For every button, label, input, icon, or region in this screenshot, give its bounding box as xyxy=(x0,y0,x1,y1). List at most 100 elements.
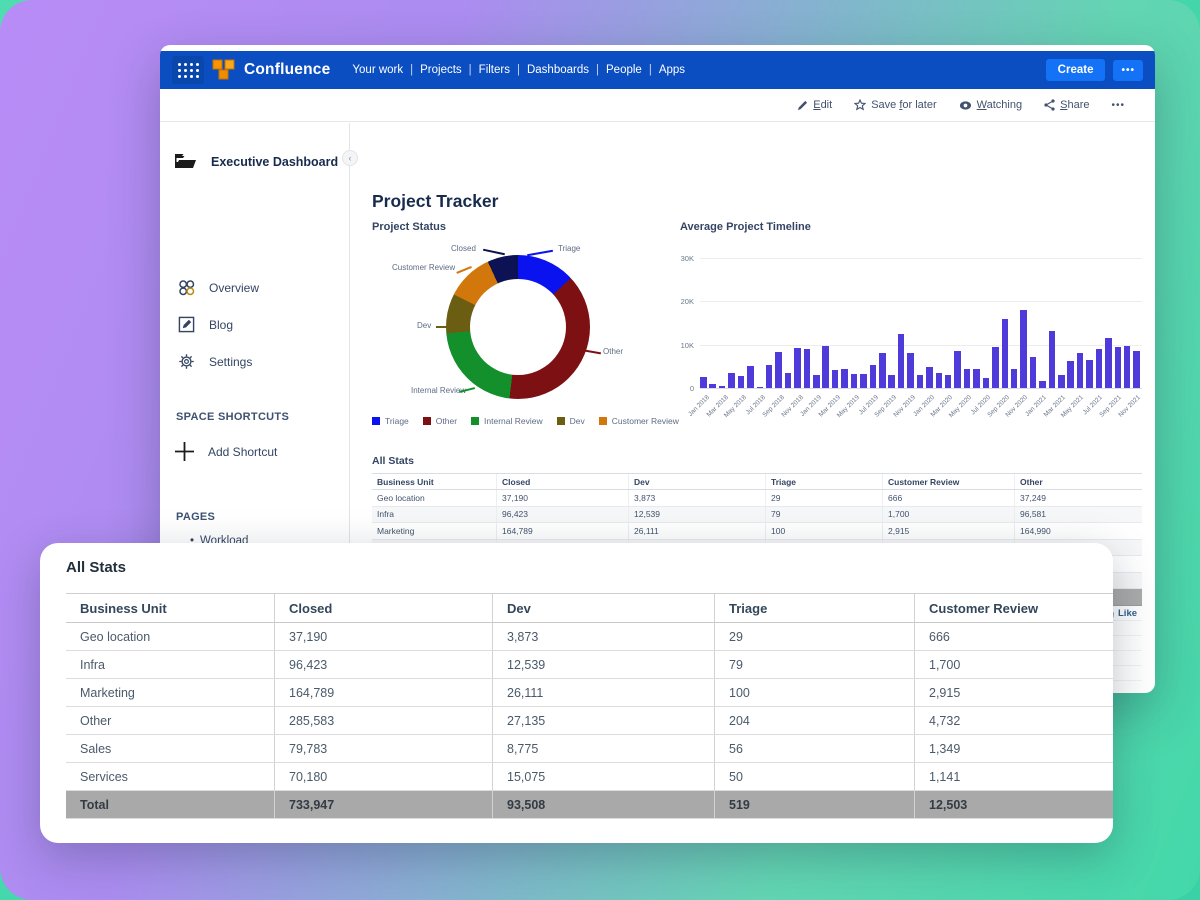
cell: 3,873 xyxy=(492,623,714,650)
table-header-row: Business Unit Closed Dev Triage Customer Rev… xyxy=(66,593,1113,623)
bar-month-24 xyxy=(926,366,933,388)
bar-month-8 xyxy=(775,352,782,388)
cell: 70,180 xyxy=(274,763,492,790)
bar-month-13 xyxy=(822,345,829,388)
bar-month-37 xyxy=(1048,331,1056,388)
topnav-item-projects[interactable]: Projects xyxy=(420,64,462,76)
table-row: Marketing 164,78926,1111002,915164,990 xyxy=(372,523,1142,540)
cell: Infra xyxy=(80,657,106,672)
pages-header: PAGES xyxy=(176,511,216,523)
cell: 79 xyxy=(765,506,882,522)
cell: 2,915 xyxy=(882,523,1014,539)
cell: 666 xyxy=(914,623,1113,650)
bar-month-23 xyxy=(916,375,924,388)
sidebar-item-blog[interactable]: Blog xyxy=(178,316,233,333)
cell: 15,075 xyxy=(492,763,714,790)
topnav-item-filters[interactable]: Filters xyxy=(479,64,510,76)
cell: 12,539 xyxy=(628,506,765,522)
donut-label-customer-review: Customer Review xyxy=(392,263,456,272)
topnav-item-people[interactable]: People xyxy=(606,64,642,76)
leader-line xyxy=(584,349,602,354)
legend-item-triage: Triage xyxy=(372,416,409,426)
app-switcher-button[interactable] xyxy=(172,56,204,84)
cell: 37,190 xyxy=(496,490,628,506)
topnav-item-dashboards[interactable]: Dashboards xyxy=(527,64,589,76)
bar-month-17 xyxy=(860,373,867,388)
create-button[interactable]: Create xyxy=(1045,59,1106,81)
bar-month-42 xyxy=(1095,349,1103,388)
leader-line xyxy=(436,326,450,328)
bar-month-7 xyxy=(765,365,773,388)
cell: 50 xyxy=(714,763,914,790)
nav-more-button[interactable]: ••• xyxy=(1113,59,1143,81)
topnav-item-apps[interactable]: Apps xyxy=(659,64,685,76)
table-row: Other 285,58327,1352044,732 xyxy=(66,707,1113,735)
desktop-stage: Confluence Your work | Projects | Filters | Da… xyxy=(0,0,1200,900)
bar-month-6 xyxy=(756,386,764,388)
gridline xyxy=(700,388,1142,389)
cell: 79,783 xyxy=(274,735,492,762)
cell: 164,990 xyxy=(1014,523,1142,539)
table-row: Geo location 37,1903,8732966637,249 xyxy=(372,490,1142,507)
cell: Services xyxy=(80,769,128,784)
bar-month-43 xyxy=(1105,338,1112,388)
sidebar-space-title[interactable]: Executive Dashboard xyxy=(174,153,338,170)
cell: 100 xyxy=(765,523,882,539)
menu-separator: | xyxy=(468,64,472,76)
donut-label-triage: Triage xyxy=(558,244,581,253)
share-button[interactable]: Share xyxy=(1044,99,1089,111)
cell: 12,503 xyxy=(914,791,1113,818)
y-tick-label: 0 xyxy=(689,384,694,393)
page-title: Project Tracker xyxy=(372,191,499,211)
cell: 27,135 xyxy=(492,707,714,734)
bar-month-32 xyxy=(1001,318,1008,388)
sidebar-item-overview[interactable]: Overview xyxy=(178,279,259,296)
bar-month-15 xyxy=(841,368,848,388)
cell: 1,141 xyxy=(914,763,1113,790)
star-icon xyxy=(854,99,867,111)
cell: Total xyxy=(80,797,109,812)
column-header-business-unit: Business Unit xyxy=(377,476,434,487)
edit-button[interactable]: Edit xyxy=(797,99,832,111)
sidebar-collapse-button[interactable]: ‹ xyxy=(342,150,358,166)
toolbar-more-button[interactable]: ••• xyxy=(1111,100,1125,111)
bar-month-44 xyxy=(1114,346,1122,388)
bar-month-38 xyxy=(1058,375,1065,388)
cell: 100 xyxy=(714,679,914,706)
pencil-icon xyxy=(797,100,808,111)
topnav-item-your-work[interactable]: Your work xyxy=(352,64,403,76)
cell: 96,423 xyxy=(496,506,628,522)
add-shortcut-button[interactable]: Add Shortcut xyxy=(174,441,277,462)
topnav-menu: Your work | Projects | Filters | Dashboards | Pe… xyxy=(352,64,685,76)
cell: Other xyxy=(80,713,112,728)
watching-button[interactable]: Watching xyxy=(959,99,1022,111)
product-name[interactable]: Confluence xyxy=(244,61,330,79)
cell: 204 xyxy=(714,707,914,734)
cell: Infra xyxy=(377,509,395,520)
bar-month-10 xyxy=(794,347,801,388)
save-for-later-button[interactable]: Save for later xyxy=(854,99,937,111)
bar-month-25 xyxy=(935,372,943,388)
all-stats-zoom-card: All Stats Business Unit Closed Dev Triage Cu… xyxy=(40,543,1113,843)
sidebar-item-settings[interactable]: Settings xyxy=(178,353,252,370)
cell: 8,775 xyxy=(492,735,714,762)
cell: 164,789 xyxy=(496,523,628,539)
legend-label: Dev xyxy=(569,416,585,426)
bar-month-1 xyxy=(709,383,716,388)
column-header-customer-review: Customer Review xyxy=(882,474,1014,489)
donut-chart-title: Project Status xyxy=(372,221,446,233)
column-header-customer-review: Customer Review xyxy=(914,594,1113,622)
top-nav: Confluence Your work | Projects | Filters | Da… xyxy=(160,51,1155,89)
table-row: Infra96,42312,539791,70096,581 xyxy=(66,651,1113,679)
donut-label-dev: Dev xyxy=(417,321,432,330)
cell: 285,583 xyxy=(274,707,492,734)
bar-month-14 xyxy=(831,370,839,388)
share-icon xyxy=(1044,99,1055,111)
legend-swatch xyxy=(372,417,380,425)
donut-label-internal-review: Internal Review xyxy=(411,386,467,395)
cell: Marketing xyxy=(80,685,135,700)
cell: 164,789 xyxy=(274,679,492,706)
bar-month-35 xyxy=(1029,356,1037,388)
bar-month-11 xyxy=(803,349,811,388)
cell: 37,190 xyxy=(274,623,492,650)
